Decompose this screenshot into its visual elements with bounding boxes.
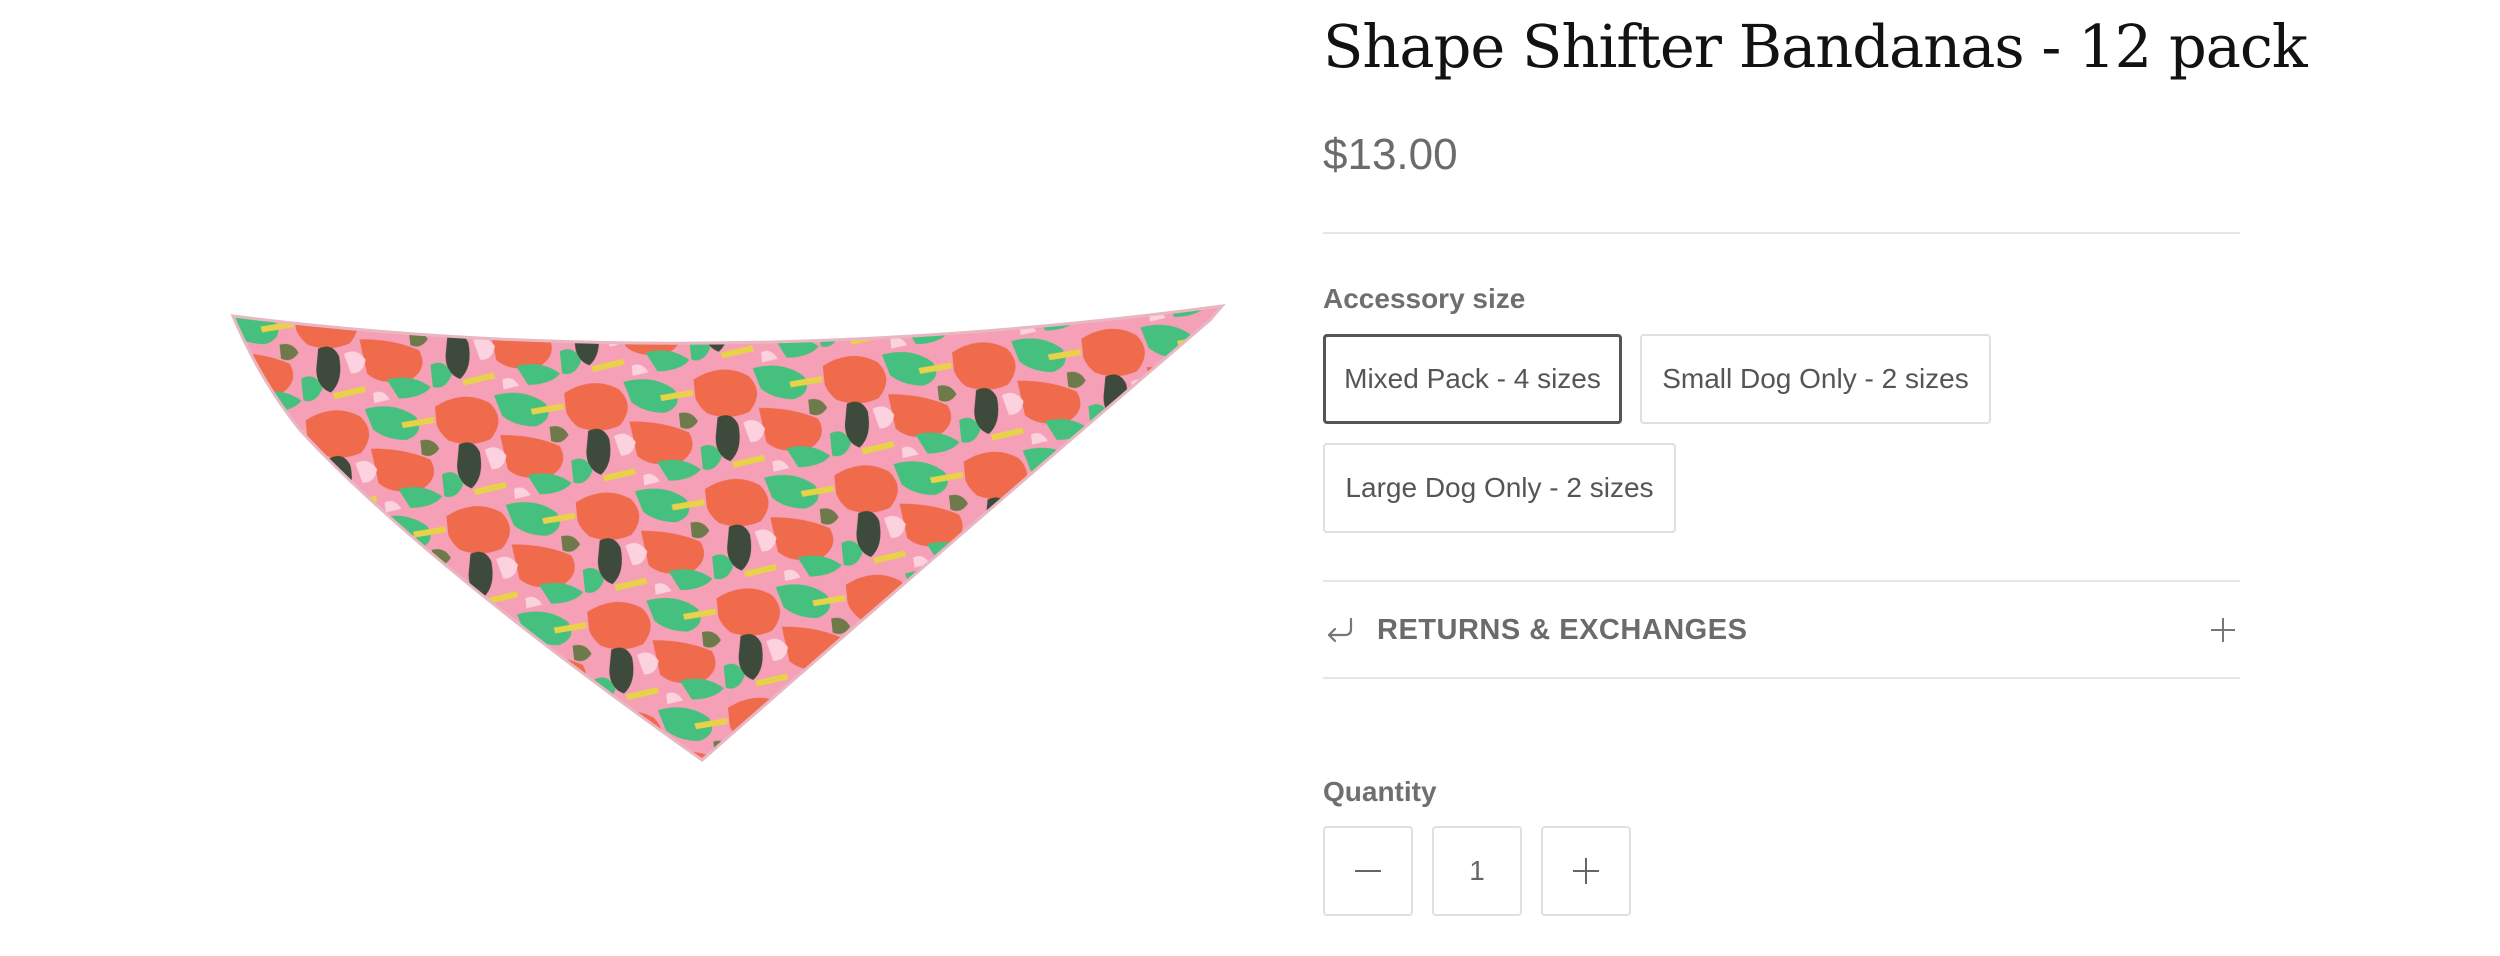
variant-option-label: Mixed Pack - 4 sizes bbox=[1344, 363, 1601, 394]
plus-icon bbox=[1573, 858, 1599, 884]
variant-option-mixed-pack[interactable]: Mixed Pack - 4 sizes bbox=[1323, 334, 1622, 424]
quantity-label: Quantity bbox=[1323, 776, 1437, 807]
product-media bbox=[0, 0, 1290, 956]
variant-option-small-dog[interactable]: Small Dog Only - 2 sizes bbox=[1640, 334, 1991, 424]
quantity-decrease-button[interactable] bbox=[1323, 826, 1413, 916]
return-arrow-icon bbox=[1327, 617, 1353, 643]
divider bbox=[1323, 677, 2240, 679]
bandana-image bbox=[230, 303, 1226, 762]
minus-icon bbox=[1355, 870, 1381, 872]
variant-label: Accessory size bbox=[1323, 283, 1526, 314]
variant-option-large-dog[interactable]: Large Dog Only - 2 sizes bbox=[1323, 443, 1676, 533]
plus-icon[interactable] bbox=[2206, 613, 2240, 647]
quantity-increase-button[interactable] bbox=[1541, 826, 1631, 916]
returns-accordion[interactable]: RETURNS & EXCHANGES bbox=[1323, 582, 2240, 678]
variant-option-label: Small Dog Only - 2 sizes bbox=[1662, 363, 1969, 394]
product-title: Shape Shifter Bandanas - 12 pack bbox=[1323, 12, 2308, 81]
variant-option-label: Large Dog Only - 2 sizes bbox=[1345, 472, 1654, 503]
product-page: Shape Shifter Bandanas - 12 pack $13.00 … bbox=[0, 0, 2500, 956]
accordion-title: RETURNS & EXCHANGES bbox=[1377, 613, 1748, 646]
divider bbox=[1323, 232, 2240, 234]
product-price: $13.00 bbox=[1323, 130, 1458, 179]
quantity-input[interactable] bbox=[1432, 826, 1522, 916]
